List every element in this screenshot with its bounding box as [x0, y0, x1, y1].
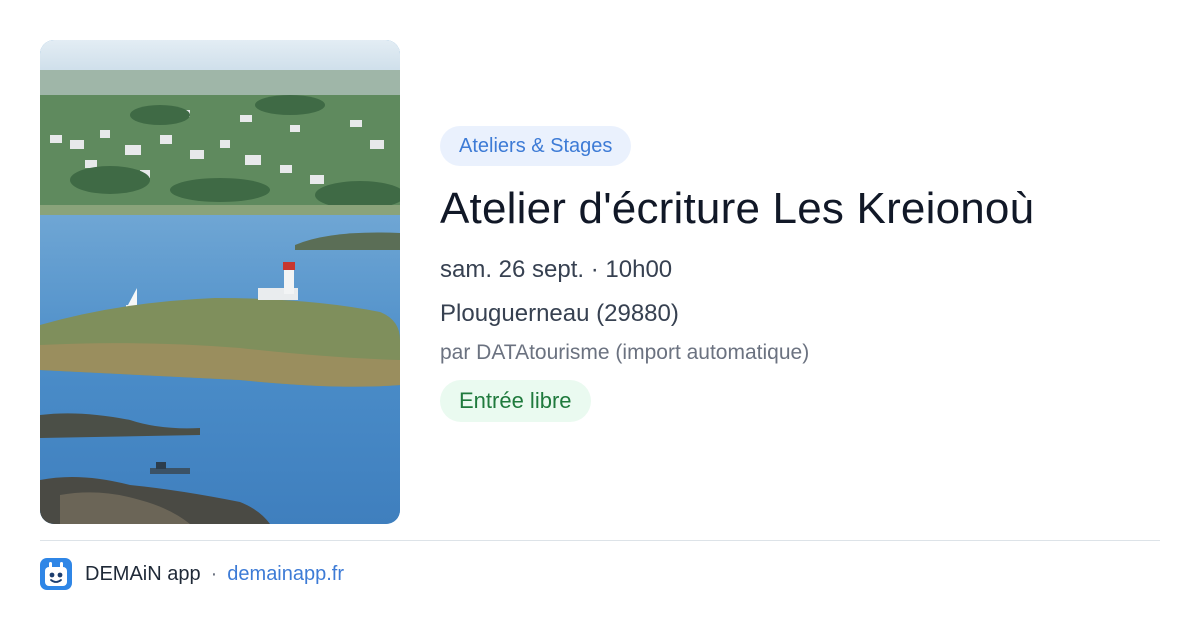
- event-location: Plouguerneau (29880): [440, 300, 679, 327]
- event-title: Atelier d'écriture Les Kreionoù: [440, 184, 1035, 233]
- demain-logo-icon: [40, 558, 72, 590]
- footer-separator: ·: [210, 562, 218, 585]
- event-source: par DATAtourisme (import automatique): [440, 341, 810, 364]
- app-domain-link[interactable]: demainapp.fr: [227, 563, 344, 586]
- event-date: sam. 26 sept. · 10h00: [440, 256, 673, 283]
- footer: DEMAiN app · demainapp.fr: [40, 558, 344, 590]
- price-badge: Entrée libre: [440, 380, 591, 422]
- event-info: Ateliers & Stages Atelier d'écriture Les…: [440, 126, 1160, 422]
- app-name: DEMAiN app: [85, 562, 201, 585]
- footer-divider: [40, 540, 1160, 541]
- category-badge[interactable]: Ateliers & Stages: [440, 126, 632, 166]
- event-photo: [40, 40, 400, 524]
- share-card: Ateliers & Stages Atelier d'écriture Les…: [0, 0, 1200, 630]
